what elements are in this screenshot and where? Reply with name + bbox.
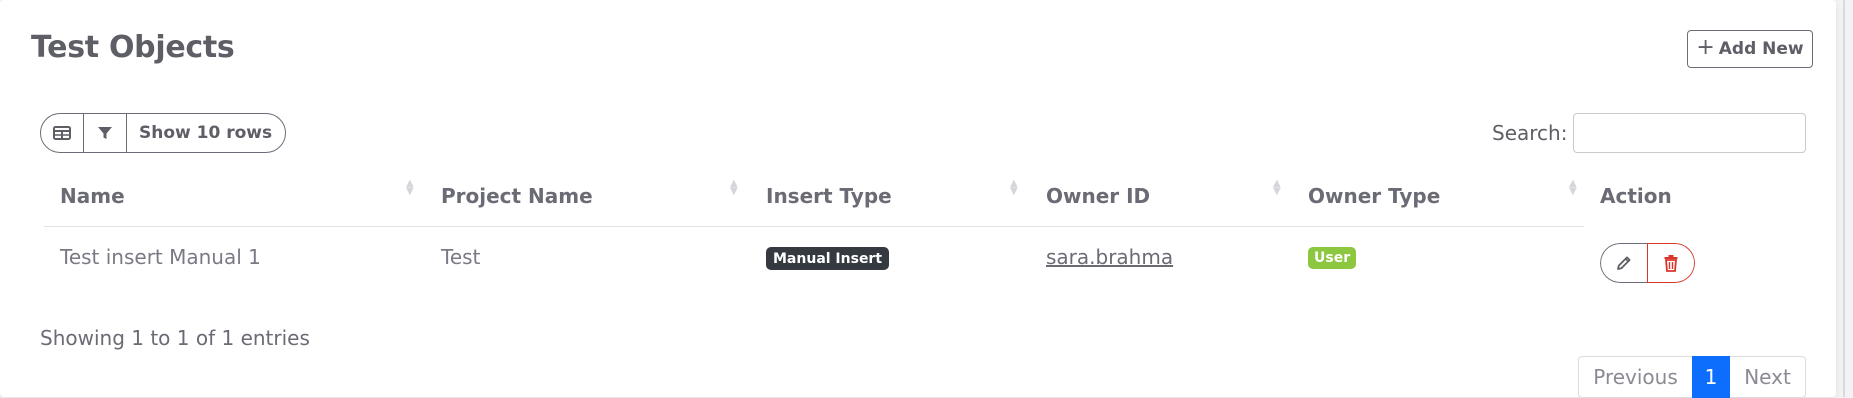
column-header-name[interactable]: Name <box>60 184 125 208</box>
trash-icon <box>1664 255 1678 272</box>
table-info: Showing 1 to 1 of 1 entries <box>40 326 310 350</box>
column-header-project-name[interactable]: Project Name <box>441 184 593 208</box>
add-new-label: Add New <box>1718 39 1804 59</box>
owner-type-badge: User <box>1308 247 1357 269</box>
show-rows-button[interactable]: Show 10 rows <box>127 114 285 152</box>
header-divider <box>44 226 1584 227</box>
column-header-owner-type[interactable]: Owner Type <box>1308 184 1440 208</box>
pencil-icon <box>1617 256 1631 270</box>
sort-icon: ▲ ▼ <box>1273 178 1281 197</box>
page-title: Test Objects <box>31 30 235 65</box>
sort-icon: ▲ ▼ <box>406 178 414 197</box>
sort-icon: ▲ ▼ <box>730 178 738 197</box>
column-header-owner-id[interactable]: Owner ID <box>1046 184 1150 208</box>
next-page-button[interactable]: Next <box>1730 356 1806 398</box>
pagination: Previous 1 Next <box>1578 356 1806 398</box>
cell-owner-id: sara.brahma <box>1046 245 1173 269</box>
column-header-action: Action <box>1600 184 1672 208</box>
add-new-button[interactable]: + Add New <box>1687 30 1813 68</box>
search-input[interactable] <box>1573 113 1806 153</box>
row-actions <box>1600 243 1695 283</box>
column-header-insert-type[interactable]: Insert Type <box>766 184 892 208</box>
filter-icon <box>98 127 112 139</box>
filter-button[interactable] <box>84 114 127 152</box>
insert-type-badge: Manual Insert <box>766 247 890 270</box>
test-objects-card: Test Objects + Add New Show 10 rows Sear… <box>0 0 1836 398</box>
cell-project-name: Test <box>441 245 481 269</box>
sort-icon: ▲ ▼ <box>1569 178 1577 197</box>
window-edge <box>1843 0 1845 397</box>
sort-icon: ▲ ▼ <box>1010 178 1018 197</box>
delete-button[interactable] <box>1647 243 1695 283</box>
previous-page-button[interactable]: Previous <box>1578 356 1692 398</box>
page-1-button[interactable]: 1 <box>1692 356 1730 398</box>
cell-name: Test insert Manual 1 <box>60 245 261 269</box>
table-icon <box>53 126 71 140</box>
plus-icon: + <box>1696 35 1715 60</box>
table-controls-group: Show 10 rows <box>40 113 287 153</box>
column-visibility-button[interactable] <box>41 114 84 152</box>
owner-id-link[interactable]: sara.brahma <box>1046 245 1173 269</box>
search-label: Search: <box>1492 121 1568 145</box>
edit-button[interactable] <box>1600 243 1647 283</box>
